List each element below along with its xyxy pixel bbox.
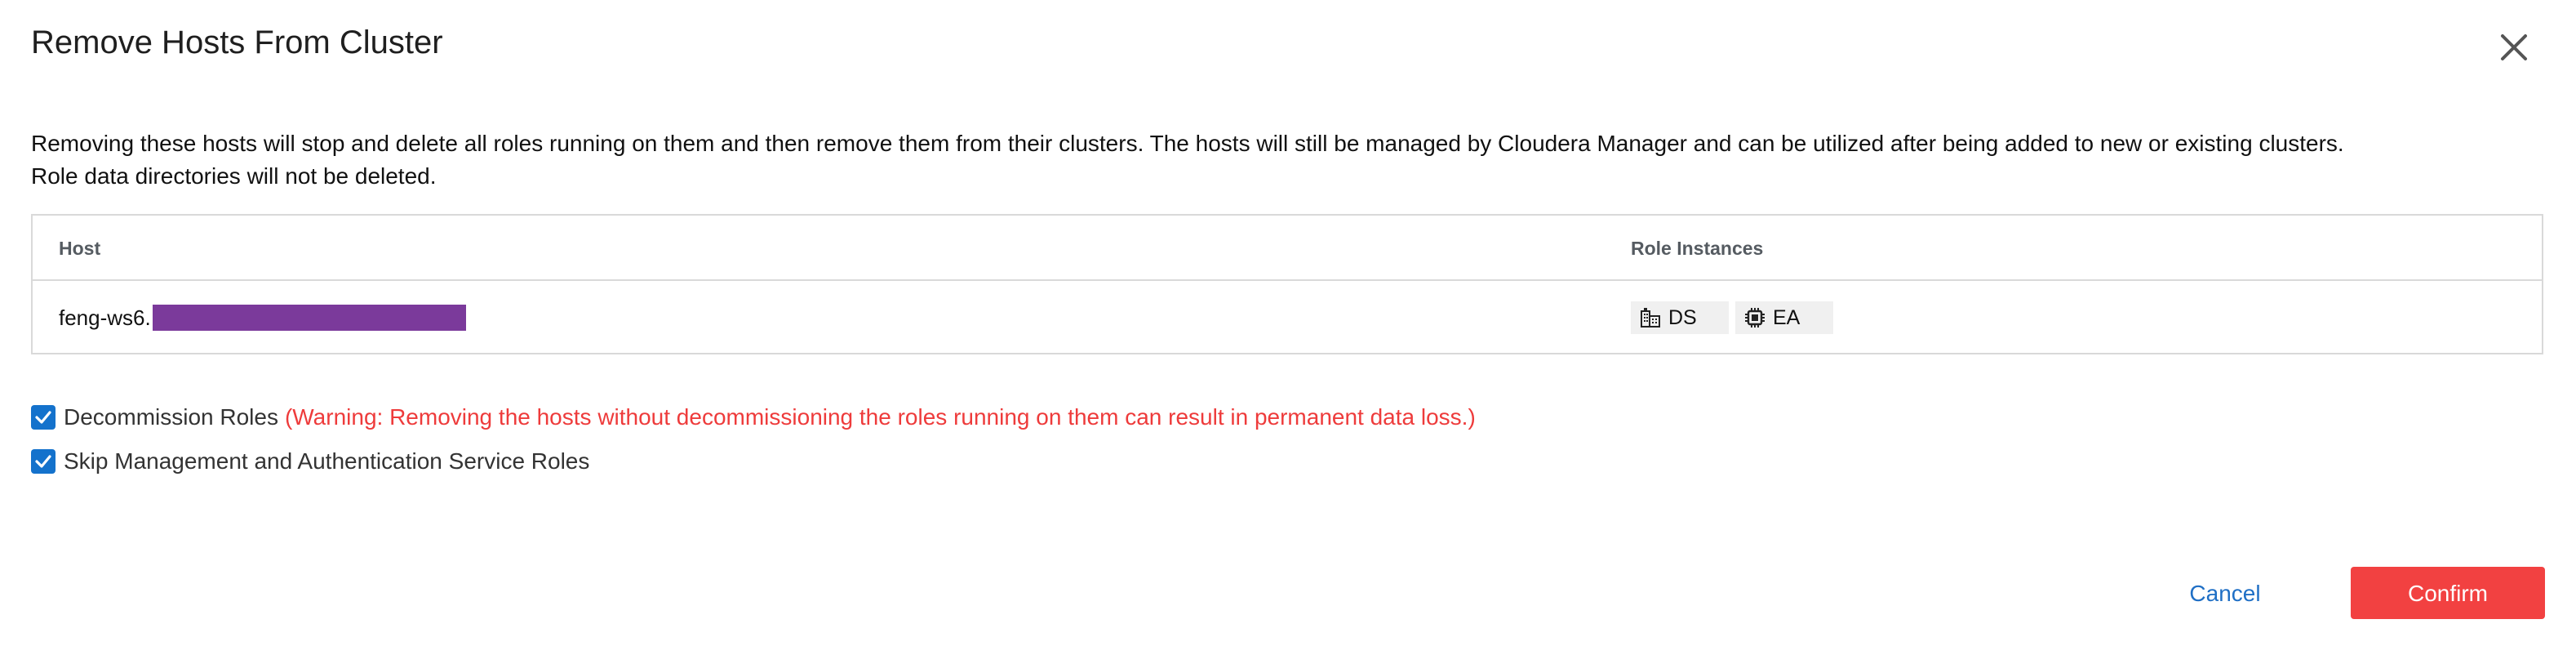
role-instances-cell: DS EA — [1631, 281, 1833, 354]
check-icon — [35, 455, 51, 468]
column-header-role-instances: Role Instances — [1631, 238, 1764, 259]
host-name: feng-ws6. — [59, 305, 151, 330]
decommission-warning: (Warning: Removing the hosts without dec… — [284, 404, 1476, 430]
decommission-label: Decommission Roles — [64, 404, 278, 430]
dialog-title: Remove Hosts From Cluster — [31, 25, 443, 60]
check-icon — [35, 411, 51, 424]
close-button[interactable] — [2491, 25, 2537, 70]
confirm-button[interactable]: Confirm — [2351, 567, 2545, 619]
dialog-description: Removing these hosts will stop and delet… — [31, 127, 2529, 193]
column-header-host: Host — [59, 238, 101, 259]
skip-management-checkbox[interactable] — [31, 449, 56, 474]
skip-management-label: Skip Management and Authentication Servi… — [64, 448, 590, 474]
description-line-1: Removing these hosts will stop and delet… — [31, 131, 2344, 156]
decommission-checkbox[interactable] — [31, 405, 56, 430]
building-icon — [1639, 306, 1662, 329]
cancel-button[interactable]: Cancel — [2165, 567, 2285, 619]
role-label-ds: DS — [1668, 305, 1697, 329]
options-group: Decommission Roles (Warning: Removing th… — [31, 400, 1476, 488]
remove-hosts-dialog: Remove Hosts From Cluster Removing these… — [0, 0, 2576, 655]
close-icon — [2501, 34, 2527, 60]
chip-icon — [1743, 306, 1766, 329]
table-header: Host Role Instances — [33, 216, 2542, 281]
role-chip-ds[interactable]: DS — [1631, 301, 1729, 334]
host-cell: feng-ws6. — [59, 281, 466, 354]
table-row: feng-ws6. DS EA — [33, 281, 2542, 354]
skip-management-option: Skip Management and Authentication Servi… — [31, 444, 1476, 479]
role-label-ea: EA — [1773, 305, 1801, 329]
decommission-option: Decommission Roles (Warning: Removing th… — [31, 400, 1476, 434]
role-chip-ea[interactable]: EA — [1735, 301, 1833, 334]
hosts-table: Host Role Instances feng-ws6. DS EA — [31, 214, 2543, 354]
redacted-hostname — [152, 305, 466, 331]
description-line-2: Role data directories will not be delete… — [31, 163, 437, 189]
